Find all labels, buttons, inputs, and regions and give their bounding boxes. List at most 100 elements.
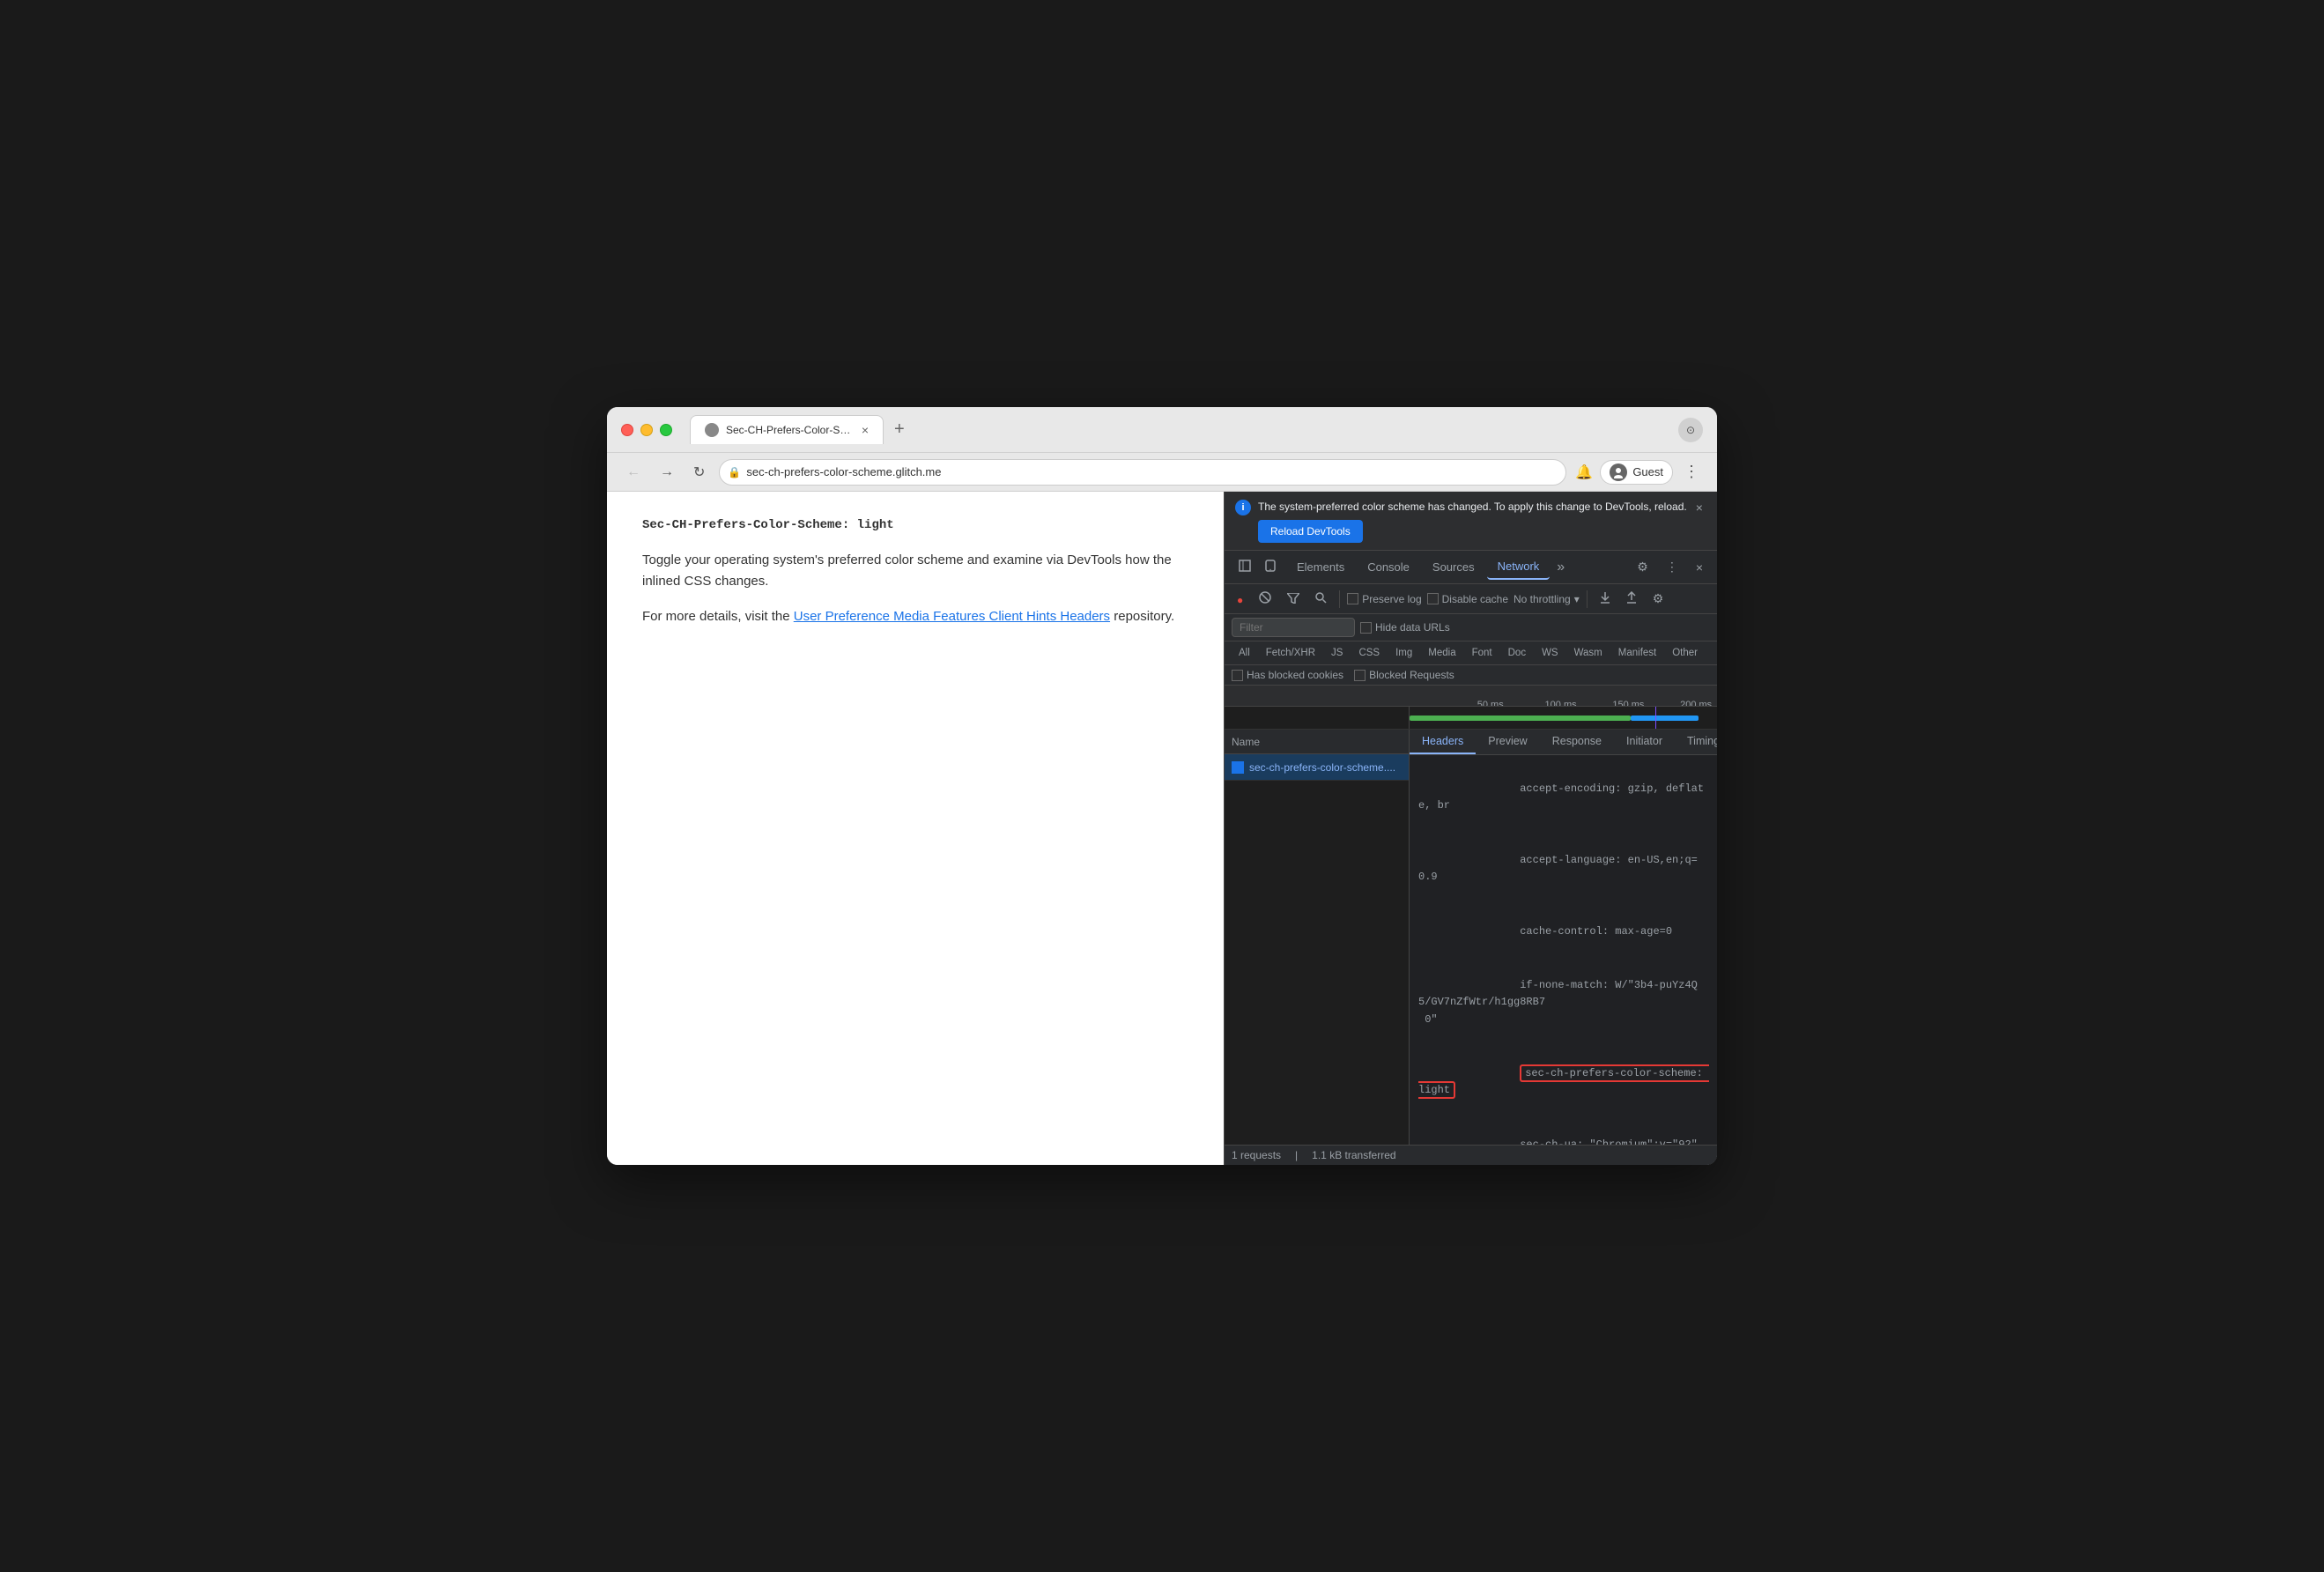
tab-network[interactable]: Network <box>1487 554 1551 580</box>
status-divider: | <box>1295 1149 1298 1161</box>
has-blocked-cookies-checkbox[interactable] <box>1232 670 1243 681</box>
webpage: Sec-CH-Prefers-Color-Scheme: light Toggl… <box>607 492 1224 1165</box>
throttle-chevron: ▾ <box>1574 593 1580 605</box>
tab-response[interactable]: Response <box>1540 730 1614 754</box>
hide-data-urls-label[interactable]: Hide data URLs <box>1360 621 1450 634</box>
filter-types-bar: All Fetch/XHR JS CSS Img Media Font Doc … <box>1225 641 1717 665</box>
timeline-marker-100ms: 100 ms <box>1545 700 1577 708</box>
waterfall-green-bar <box>1410 716 1631 721</box>
import-button[interactable] <box>1595 588 1616 610</box>
timeline-marker-150ms: 150 ms <box>1612 700 1644 708</box>
devtools-cursor-tool[interactable] <box>1232 554 1258 580</box>
record-button[interactable]: ● <box>1232 589 1248 610</box>
page-link[interactable]: User Preference Media Features Client Hi… <box>794 609 1110 624</box>
reload-devtools-button[interactable]: Reload DevTools <box>1258 520 1363 543</box>
close-window-button[interactable] <box>621 424 633 436</box>
preserve-log-checkbox-wrap[interactable]: Preserve log <box>1347 593 1421 605</box>
request-list-body: sec-ch-prefers-color-scheme.... <box>1225 754 1409 1145</box>
browser-menu-button[interactable]: ⋮ <box>1680 459 1703 485</box>
title-bar: Sec-CH-Prefers-Color-Schem... × + ⊙ <box>607 407 1717 453</box>
tab-elements[interactable]: Elements <box>1286 555 1355 579</box>
filter-type-js[interactable]: JS <box>1324 645 1350 661</box>
header-sec-ch-prefers-color-scheme: sec-ch-prefers-color-scheme: light <box>1418 1047 1708 1118</box>
blocked-requests-label[interactable]: Blocked Requests <box>1354 669 1454 681</box>
page-description-2: For more details, visit the User Prefere… <box>642 606 1188 627</box>
request-favicon <box>1232 761 1244 774</box>
tab-initiator[interactable]: Initiator <box>1614 730 1675 754</box>
export-button[interactable] <box>1621 588 1642 610</box>
status-requests: 1 requests <box>1232 1149 1281 1161</box>
filter-bar: Hide data URLs <box>1225 614 1717 641</box>
throttle-control[interactable]: No throttling ▾ <box>1514 593 1580 605</box>
back-button[interactable]: ← <box>621 461 646 484</box>
filter-type-other[interactable]: Other <box>1665 645 1705 661</box>
filter-icon <box>1287 592 1299 606</box>
tab-timing[interactable]: Timing <box>1675 730 1717 754</box>
headers-panel: Headers Preview Response Initiator Timin… <box>1410 730 1717 1145</box>
devtools-kebab-menu[interactable]: ⋮ <box>1659 554 1685 580</box>
tab-title: Sec-CH-Prefers-Color-Schem... <box>726 424 851 436</box>
filter-type-doc[interactable]: Doc <box>1501 645 1533 661</box>
network-settings-button[interactable]: ⚙ <box>1647 588 1669 610</box>
address-wrap: 🔒 sec-ch-prefers-color-scheme.glitch.me <box>719 459 1566 486</box>
filter-type-all[interactable]: All <box>1232 645 1257 661</box>
filter-type-img[interactable]: Img <box>1388 645 1419 661</box>
filter-type-media[interactable]: Media <box>1421 645 1462 661</box>
refresh-button[interactable]: ↻ <box>688 460 710 485</box>
preserve-log-checkbox[interactable] <box>1347 593 1358 604</box>
filter-input[interactable] <box>1232 618 1355 637</box>
timeline-bar-row <box>1225 707 1717 730</box>
new-tab-button[interactable]: + <box>891 416 908 443</box>
search-button[interactable] <box>1310 589 1332 610</box>
waterfall-blue-bar <box>1631 716 1699 721</box>
filter-type-ws[interactable]: WS <box>1535 645 1565 661</box>
devtools-settings: ⚙ ⋮ × <box>1630 554 1710 580</box>
devtools-settings-button[interactable]: ⚙ <box>1630 554 1655 580</box>
banner-info-icon: i <box>1235 500 1251 515</box>
header-cache-control: cache-control: max-age=0 <box>1418 905 1708 960</box>
extension-icon[interactable]: 🔔 <box>1575 463 1593 481</box>
header-accept-language: accept-language: en-US,en;q=0.9 <box>1418 834 1708 905</box>
tab-headers[interactable]: Headers <box>1410 730 1476 754</box>
request-row[interactable]: sec-ch-prefers-color-scheme.... <box>1225 754 1409 781</box>
tab-preview[interactable]: Preview <box>1476 730 1539 754</box>
headers-content: accept-encoding: gzip, deflate, br accep… <box>1410 755 1717 1145</box>
filter-type-manifest[interactable]: Manifest <box>1611 645 1663 661</box>
filter-type-font[interactable]: Font <box>1465 645 1499 661</box>
devtools-device-tool[interactable] <box>1258 554 1283 580</box>
toolbar-separator-2 <box>1587 590 1588 608</box>
clear-button[interactable] <box>1254 588 1277 610</box>
address-input[interactable]: sec-ch-prefers-color-scheme.glitch.me <box>719 459 1566 486</box>
filter-type-fetch-xhr[interactable]: Fetch/XHR <box>1259 645 1322 661</box>
bottom-panel: Name sec-ch-prefers-color-scheme.... <box>1225 730 1717 1145</box>
import-icon <box>1600 592 1610 606</box>
header-accept-encoding: accept-encoding: gzip, deflate, br <box>1418 762 1708 834</box>
kebab-icon: ⋮ <box>1666 560 1678 574</box>
filter-button[interactable] <box>1282 589 1305 610</box>
has-blocked-cookies-label[interactable]: Has blocked cookies <box>1232 669 1343 681</box>
window-zoom-button[interactable]: ⊙ <box>1678 418 1703 442</box>
browser-tab[interactable]: Sec-CH-Prefers-Color-Schem... × <box>690 415 884 444</box>
blocked-requests-checkbox[interactable] <box>1354 670 1366 681</box>
disable-cache-checkbox[interactable] <box>1427 593 1439 604</box>
devtools-body: 50 ms 100 ms 150 ms 200 ms <box>1225 686 1717 1145</box>
profile-button[interactable]: Guest <box>1600 460 1673 485</box>
devtools-more-tabs[interactable]: » <box>1551 554 1570 581</box>
forward-button[interactable]: → <box>655 461 679 484</box>
tab-console[interactable]: Console <box>1357 555 1420 579</box>
filter-type-wasm[interactable]: Wasm <box>1567 645 1610 661</box>
header-if-none-match: if-none-match: W/"3b4-puYz4Q5/GV7nZfWtr/… <box>1418 959 1708 1047</box>
devtools-close-button[interactable]: × <box>1689 555 1710 580</box>
banner-close-button[interactable]: × <box>1694 499 1705 516</box>
hide-data-urls-text: Hide data URLs <box>1375 621 1450 634</box>
maximize-window-button[interactable] <box>660 424 672 436</box>
cookies-row: Has blocked cookies Blocked Requests <box>1225 665 1717 686</box>
disable-cache-checkbox-wrap[interactable]: Disable cache <box>1427 593 1508 605</box>
filter-type-css[interactable]: CSS <box>1351 645 1387 661</box>
tab-sources[interactable]: Sources <box>1422 555 1485 579</box>
tab-close-button[interactable]: × <box>862 423 869 437</box>
settings-icon: ⚙ <box>1637 560 1648 574</box>
hide-data-urls-checkbox[interactable] <box>1360 622 1372 634</box>
devtools-tabs: Elements Console Sources Network » <box>1286 554 1570 581</box>
minimize-window-button[interactable] <box>640 424 653 436</box>
